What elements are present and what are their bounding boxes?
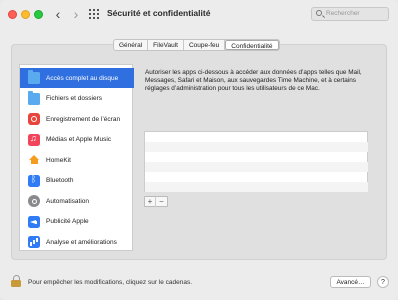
sidebar-item-label: HomeKit <box>46 156 71 164</box>
sidebar-item-automation[interactable]: Automatisation <box>20 191 134 211</box>
advanced-button[interactable]: Avancé… <box>330 276 371 288</box>
sidebar-item-label: Analyse et améliorations <box>46 238 117 246</box>
megaphone-icon <box>28 215 40 228</box>
list-row <box>145 152 368 162</box>
screen-recording-icon <box>28 113 40 125</box>
folder-icon <box>28 90 40 105</box>
window-title: Sécurité et confidentialité <box>107 8 211 18</box>
folder-icon <box>28 70 40 84</box>
list-row <box>145 132 368 142</box>
sidebar-item-screen-recording[interactable]: Enregistrement de l’écran <box>20 109 134 129</box>
music-icon <box>28 133 40 146</box>
sidebar-item-label: Bluetooth <box>46 177 74 184</box>
search-field[interactable]: Rechercher <box>311 7 389 21</box>
list-row <box>145 182 368 192</box>
list-row <box>145 172 368 182</box>
padlock-icon[interactable] <box>11 275 21 287</box>
sidebar-item-apple-advertising[interactable]: Publicité Apple <box>20 212 134 232</box>
title-bar: ‹ › Sécurité et confidentialité Recherch… <box>0 0 398 30</box>
sidebar-item-media-apple-music[interactable]: Médias et Apple Music <box>20 130 134 150</box>
lock-message: Pour empêcher les modifications, cliquez… <box>28 279 193 286</box>
sidebar-item-homekit[interactable]: HomeKit <box>20 150 134 170</box>
sidebar-item-bluetooth[interactable]: Bluetooth <box>20 171 134 191</box>
add-app-button[interactable]: + <box>145 197 156 207</box>
remove-app-button[interactable]: − <box>156 197 167 207</box>
list-row <box>145 162 368 172</box>
home-icon <box>28 154 40 166</box>
privacy-category-list: Accès complet au disque Fichiers et doss… <box>19 64 134 252</box>
tab-privacy[interactable]: Confidentialité <box>225 40 279 50</box>
zoom-window-button[interactable] <box>34 10 43 19</box>
bluetooth-icon <box>28 174 40 187</box>
sidebar-item-label: Accès complet au disque <box>46 74 119 82</box>
forward-button[interactable]: › <box>69 6 83 22</box>
tab-general[interactable]: Général <box>114 40 149 50</box>
app-permission-list[interactable] <box>144 131 368 192</box>
sidebar-item-analytics[interactable]: Analyse et améliorations <box>20 232 134 252</box>
tab-bar: Général FileVault Coupe-feu Confidential… <box>113 39 280 51</box>
sidebar-item-label: Enregistrement de l’écran <box>46 115 121 123</box>
sidebar-item-full-disk-access[interactable]: Accès complet au disque <box>20 68 134 88</box>
add-remove-control: + − <box>144 196 168 207</box>
close-window-button[interactable] <box>8 10 17 19</box>
sidebar-item-label: Publicité Apple <box>46 218 89 225</box>
show-all-grid-icon[interactable] <box>89 9 99 19</box>
sidebar-item-files-and-folders[interactable]: Fichiers et dossiers <box>20 89 134 109</box>
permission-description: Autoriser les apps ci-dessous à accéder … <box>145 69 362 92</box>
sidebar-item-label: Automatisation <box>46 197 89 205</box>
minimize-window-button[interactable] <box>21 10 30 19</box>
sidebar-item-label: Médias et Apple Music <box>46 136 112 143</box>
search-icon <box>316 10 322 16</box>
sidebar-item-label: Fichiers et dossiers <box>46 95 102 102</box>
preferences-window: ‹ › Sécurité et confidentialité Recherch… <box>0 0 398 300</box>
tab-filevault[interactable]: FileVault <box>148 40 184 50</box>
help-button[interactable]: ? <box>377 276 389 288</box>
gear-icon <box>28 195 40 207</box>
search-placeholder: Rechercher <box>326 10 360 17</box>
back-button[interactable]: ‹ <box>51 6 65 22</box>
list-row <box>145 142 368 152</box>
analytics-icon <box>28 236 40 248</box>
tab-firewall[interactable]: Coupe-feu <box>184 40 226 50</box>
